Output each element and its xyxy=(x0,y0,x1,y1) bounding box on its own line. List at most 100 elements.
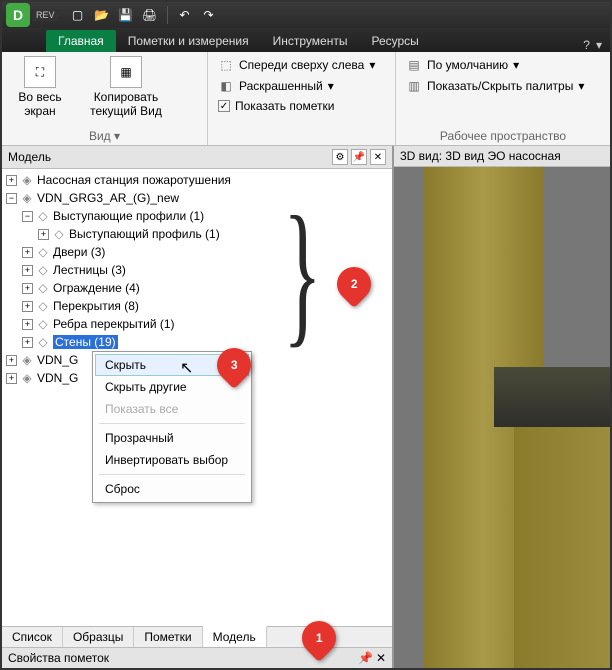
tree-label: Перекрытия (8) xyxy=(53,299,139,313)
workspace-default-button[interactable]: ▤ По умолчанию ▾ xyxy=(404,56,586,74)
expand-icon[interactable]: + xyxy=(38,229,49,240)
props-panel-header: Свойства пометок 📌 ✕ xyxy=(2,647,392,668)
tab-markups[interactable]: Пометки xyxy=(134,627,202,647)
tab-tools[interactable]: Инструменты xyxy=(261,30,360,52)
expand-icon[interactable]: + xyxy=(22,337,33,348)
fullscreen-button[interactable]: ⛶ Во весь экран xyxy=(10,56,70,118)
undo-icon[interactable]: ↶ xyxy=(174,4,196,26)
tree-node[interactable]: +◇Ограждение (4) xyxy=(2,279,392,297)
workspace-icon: ▤ xyxy=(406,57,422,73)
tree-label: Выступающие профили (1) xyxy=(53,209,204,223)
chevron-down-icon: ▾ xyxy=(369,58,375,72)
help-icon[interactable]: ? xyxy=(583,38,590,52)
cube-icon: ◈ xyxy=(20,371,34,385)
expand-icon[interactable]: + xyxy=(22,301,33,312)
fullscreen-label: Во весь экран xyxy=(10,90,70,118)
open-icon[interactable]: 📂 xyxy=(91,4,113,26)
ctx-invert[interactable]: Инвертировать выбор xyxy=(95,449,249,471)
save-icon[interactable]: 💾 xyxy=(115,4,137,26)
print-icon[interactable]: 🖨 xyxy=(139,4,161,26)
layer-icon: ◇ xyxy=(36,281,50,295)
view-panel-header: 3D вид: 3D вид ЭО насосная xyxy=(394,146,610,167)
new-icon[interactable]: ▢ xyxy=(67,4,89,26)
panel-close-icon[interactable]: ✕ xyxy=(370,149,386,165)
tree-node-selected[interactable]: +◇Стены (19) xyxy=(2,333,392,351)
rev-badge: REV xyxy=(32,9,59,21)
ribbon-group-display: ⬚ Спереди сверху слева ▾ ◧ Раскрашенный … xyxy=(208,52,396,145)
tree-node[interactable]: −◈VDN_GRG3_AR_(G)_new xyxy=(2,189,392,207)
search-icon[interactable]: ▾ xyxy=(596,38,602,52)
view-panel-title: 3D вид: 3D вид ЭО насосная xyxy=(400,149,561,163)
layer-icon: ◇ xyxy=(36,335,50,349)
show-markups-toggle[interactable]: ✓ Показать пометки xyxy=(216,98,377,114)
ctx-reset[interactable]: Сброс xyxy=(95,478,249,500)
palettes-button[interactable]: ▥ Показать/Скрыть палитры ▾ xyxy=(404,77,586,95)
tree-node[interactable]: +◇Выступающий профиль (1) xyxy=(2,225,392,243)
ribbon: ⛶ Во весь экран ▦ Копировать текущий Вид… xyxy=(2,52,610,146)
ctx-show-all: Показать все xyxy=(95,398,249,420)
app-logo: D xyxy=(6,3,30,27)
render-mode-button[interactable]: ◧ Раскрашенный ▾ xyxy=(216,77,377,95)
tab-markup[interactable]: Пометки и измерения xyxy=(116,30,261,52)
group-display-title xyxy=(216,127,387,143)
separator xyxy=(167,6,168,24)
tree-node-root[interactable]: +◈Насосная станция пожаротушения xyxy=(2,171,392,189)
expand-icon[interactable]: + xyxy=(22,247,33,258)
cube-icon: ◈ xyxy=(20,173,34,187)
separator xyxy=(99,474,245,475)
tab-samples[interactable]: Образцы xyxy=(63,627,134,647)
panel-pin-icon[interactable]: 📌 xyxy=(351,149,367,165)
cube-icon: ◈ xyxy=(20,191,34,205)
collapse-icon[interactable]: − xyxy=(22,211,33,222)
panel-pin-icon[interactable]: 📌 xyxy=(358,651,373,665)
tree-node[interactable]: −◇Выступающие профили (1) xyxy=(2,207,392,225)
palettes-label: Показать/Скрыть палитры xyxy=(427,79,573,93)
tab-list[interactable]: Список xyxy=(2,627,63,647)
tree-label: Насосная станция пожаротушения xyxy=(37,173,231,187)
group-workspace-title: Рабочее пространство xyxy=(404,127,602,143)
tree-node[interactable]: +◇Лестницы (3) xyxy=(2,261,392,279)
expand-icon[interactable]: + xyxy=(6,355,17,366)
checkbox-icon: ✓ xyxy=(218,100,230,112)
layer-icon: ◇ xyxy=(36,317,50,331)
chevron-down-icon: ▾ xyxy=(513,58,519,72)
tree-label: Стены (19) xyxy=(53,335,118,349)
tab-home[interactable]: Главная xyxy=(46,30,116,52)
cube-icon: ◈ xyxy=(20,353,34,367)
tree-label: Ограждение (4) xyxy=(53,281,140,295)
model-slab xyxy=(494,367,610,427)
panel-config-icon[interactable]: ⚙ xyxy=(332,149,348,165)
copy-view-label: Копировать текущий Вид xyxy=(78,90,174,118)
separator xyxy=(99,423,245,424)
render-mode-label: Раскрашенный xyxy=(239,79,323,93)
redo-icon[interactable]: ↷ xyxy=(198,4,220,26)
tab-model[interactable]: Модель xyxy=(203,626,267,647)
tree-node[interactable]: +◇Двери (3) xyxy=(2,243,392,261)
view-direction-label: Спереди сверху слева xyxy=(239,58,364,72)
expand-icon[interactable]: + xyxy=(22,319,33,330)
tree-label: Лестницы (3) xyxy=(53,263,126,277)
copy-view-button[interactable]: ▦ Копировать текущий Вид xyxy=(78,56,174,118)
collapse-icon[interactable]: − xyxy=(6,193,17,204)
chevron-down-icon: ▾ xyxy=(328,79,334,93)
tree-label: Двери (3) xyxy=(53,245,105,259)
tree-label: VDN_G xyxy=(37,371,78,385)
view-direction-button[interactable]: ⬚ Спереди сверху слева ▾ xyxy=(216,56,377,74)
expand-icon[interactable]: + xyxy=(22,283,33,294)
tree-node[interactable]: +◇Ребра перекрытий (1) xyxy=(2,315,392,333)
layer-icon: ◇ xyxy=(36,299,50,313)
palettes-icon: ▥ xyxy=(406,78,422,94)
3d-viewport[interactable] xyxy=(394,167,610,668)
tree-label: Ребра перекрытий (1) xyxy=(53,317,175,331)
tree-node[interactable]: +◇Перекрытия (8) xyxy=(2,297,392,315)
fullscreen-icon: ⛶ xyxy=(24,56,56,88)
tree-label: VDN_G xyxy=(37,353,78,367)
expand-icon[interactable]: + xyxy=(6,175,17,186)
ctx-transparent[interactable]: Прозрачный xyxy=(95,427,249,449)
panel-close-icon[interactable]: ✕ xyxy=(376,651,386,665)
ribbon-group-view: ⛶ Во весь экран ▦ Копировать текущий Вид… xyxy=(2,52,208,145)
expand-icon[interactable]: + xyxy=(6,373,17,384)
ribbon-group-workspace: ▤ По умолчанию ▾ ▥ Показать/Скрыть палит… xyxy=(396,52,610,145)
tab-resources[interactable]: Ресурсы xyxy=(359,30,430,52)
expand-icon[interactable]: + xyxy=(22,265,33,276)
